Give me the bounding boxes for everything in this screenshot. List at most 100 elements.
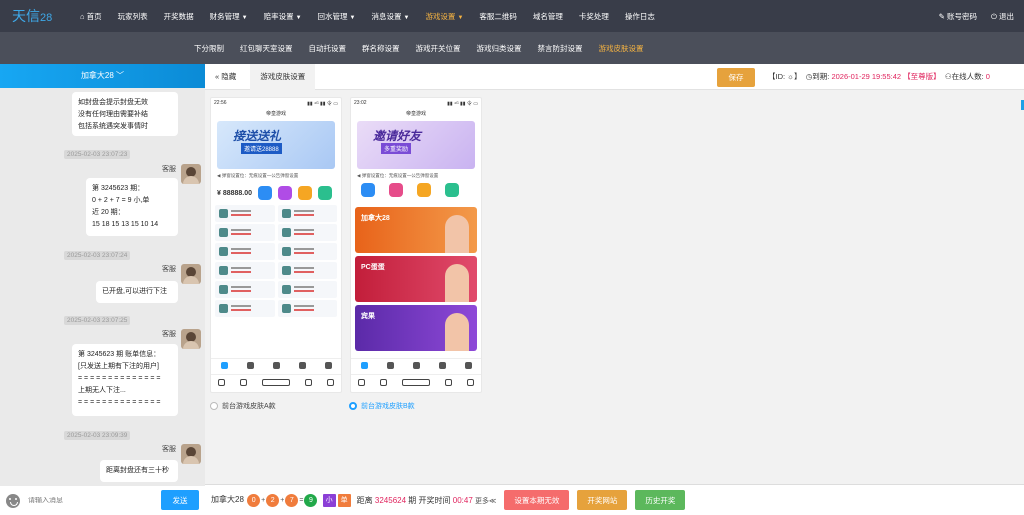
subnav-redpacket-room[interactable]: 红包聊天室设置 [232,43,301,54]
message-line: 第 3245623 期 账单信息： [78,351,161,358]
game-tile [277,224,337,241]
banner-headline: 接送送礼 [233,129,282,143]
deposit-icon [258,186,273,200]
tab-game-skin[interactable]: 游戏皮肤设置 [250,63,316,90]
game-grid-row [215,224,337,241]
profile-tab-icon [324,362,332,369]
game-grid-row [215,281,337,298]
address-bar-icon [261,379,290,386]
app-logo[interactable]: 天信28 [12,6,72,26]
nav-item-game-settings[interactable]: 游戏设置 ▼ [417,11,471,22]
skin-b-radio[interactable]: 前台游戏皮肤B款 [349,401,415,411]
message-line: 近 20 期： [92,209,125,216]
message-line: = = = = = = = = = = = = = = [78,399,161,406]
send-button[interactable]: 发送 [161,490,199,510]
banner-headline: 邀请好友 [373,129,422,143]
status-time: 23:02 [354,100,367,106]
top-right-actions: ✎ 账号密码 ⏻ 退出 [939,0,1014,32]
phone-title: 帝皇游戏 [405,111,426,117]
expire-label: ◷到期: [805,72,832,81]
plus-sign: + [280,496,285,504]
skin-a-radio[interactable]: 前台游戏皮肤A款 [210,401,276,411]
next-draw-label: 距离 [356,495,373,505]
nav-item-lottery-data[interactable]: 开奖数据 [156,11,202,22]
skin-a-preview[interactable]: 22:56 ▮▮ ⁴ᴳ ▮▮ 令 ▭ 帝皇游戏 接送送礼 邀请送28888 ◀ 弹窗… [210,97,342,393]
nav-item-rebate[interactable]: 回水管理 ▼ [310,11,364,22]
nav-item-stuck-draw[interactable]: 卡奖处理 [571,11,617,22]
period-label: 期 开奖时间 [408,495,451,505]
nav-item-home[interactable]: ⌂ 首页 [72,11,110,22]
notice-icon [445,183,459,197]
message-input[interactable] [28,497,148,504]
subnav-group-name[interactable]: 群名称设置 [354,43,408,54]
skin-b-label: 前台游戏皮肤B款 [361,403,415,410]
top-navigation: 天信28 ⌂ 首页 玩家列表 开奖数据 财务管理 ▼ 赔率设置 ▼ 回水管理 ▼ 消息… [0,0,1024,32]
nav-label: 财务管理 [209,11,240,21]
game-card-title: PC蛋蛋 [361,264,385,271]
game-tile [277,281,337,298]
timestamp: 2025-02-03 23:07:23 [64,150,131,159]
account-info: 【ID: ☼】 ◷到期: 2026-01-29 19:55:42 【至尊版】 ⚇… [768,64,990,90]
message-line: 包括系统遇突发事情时 [78,123,148,130]
nav-item-domains[interactable]: 域名管理 [525,11,571,22]
phone-tab-bar [351,358,481,372]
logout-link[interactable]: ⏻ 退出 [991,11,1014,22]
nav-item-qrcode[interactable]: 客服二维码 [471,11,525,22]
phone-status-bar: 23:02 ▮▮ ⁴ᴳ ▮▮ 令 ▭ [351,98,481,107]
nav-item-finance[interactable]: 财务管理 ▼ [202,11,256,22]
menu-icon [466,379,474,386]
subnav-game-skin[interactable]: 游戏皮肤设置 [591,43,652,54]
quick-icons [361,183,475,197]
phone-browser-bar [211,374,341,390]
chat-message: 如封盘会提示封盘无效 没有任何理由需要补结 包括系统遇突发事情时 [72,92,178,136]
nav-label: 首页 [86,11,102,21]
subnav-game-category[interactable]: 游戏归类设置 [469,43,530,54]
subnav-mute-settings[interactable]: 禁言防封设置 [530,43,591,54]
quick-icons [258,186,333,200]
phone-status-bar: 22:56 ▮▮ ⁴ᴳ ▮▮ 令 ▭ [211,98,341,107]
set-period-void-button[interactable]: 设置本期无效 [504,490,570,510]
deposit-icon [361,183,375,197]
service-tab-icon [298,362,306,369]
notice-bar: ◀ 弹窗设置位：无痕设置一公告弹窗设置 [217,173,299,178]
account-password-link[interactable]: ✎ 账号密码 [939,11,977,22]
tabs-icon [444,379,452,386]
lottery-site-button[interactable]: 开奖网站 [577,490,628,510]
edition-badge: 【至尊版】 [903,72,941,81]
content-toolbar: « 隐藏 游戏皮肤设置 保存 【ID: ☼】 ◷到期: 2026-01-29 1… [205,63,1024,90]
hide-chat-button[interactable]: « 隐藏 [215,71,236,82]
avatar [181,329,201,349]
online-count: 0 [985,72,990,81]
subnav-game-switch[interactable]: 游戏开关位置 [408,43,469,54]
sender-name: 客服 [162,331,176,338]
timestamp: 2025-02-03 23:07:25 [64,316,131,325]
online-label: ⚇在线人数: [944,72,986,81]
nav-item-messages[interactable]: 消息设置 ▼ [363,11,417,22]
phone-title: 帝皇游戏 [265,111,286,117]
nav-item-logs[interactable]: 操作日志 [617,11,663,22]
chat-message: 距离封盘还有三十秒 [100,460,178,482]
chat-message: 已开盘,可以进行下注 [96,281,178,303]
emoji-icon[interactable] [6,493,20,508]
profile-tab-icon [464,362,472,369]
signal-icon: ▮▮ ⁴ᴳ ▮▮ 令 ▭ [307,101,338,107]
avatar [181,264,201,284]
room-selector[interactable]: 加拿大28 ﹀ [0,64,205,88]
last-result: 加拿大28 0 +2 +7 = 9 小单 [211,493,351,507]
nav-item-players[interactable]: 玩家列表 [110,11,156,22]
more-link[interactable]: 更多≪ [475,498,496,505]
game-tile [277,300,337,317]
subnav-withdraw-limit[interactable]: 下分限制 [186,43,232,54]
skin-b-preview[interactable]: 23:02 ▮▮ ⁴ᴳ ▮▮ 令 ▭ 帝皇游戏 邀请好友 多重奖励 ◀ 弹窗设置位：… [350,97,482,393]
result-ball: 7 [285,493,299,507]
next-draw: 距离 3245624 期 开奖时间 00:47 更多≪ [357,495,497,506]
caret-down-icon: ▼ [241,14,248,21]
message-line: 如封盘会提示封盘无效 [78,99,148,106]
nav-item-odds[interactable]: 赔率设置 ▼ [256,11,310,22]
history-button[interactable]: 历史开奖 [635,490,686,510]
save-button[interactable]: 保存 [717,68,755,87]
subnav-auto-bot[interactable]: 自动托设置 [301,43,355,54]
sender-name: 客服 [162,166,176,173]
sub-navigation: 下分限制 红包聊天室设置 自动托设置 群名称设置 游戏开关位置 游戏归类设置 禁… [0,32,1024,64]
main-content: « 隐藏 游戏皮肤设置 保存 【ID: ☼】 ◷到期: 2026-01-29 1… [205,63,1024,515]
